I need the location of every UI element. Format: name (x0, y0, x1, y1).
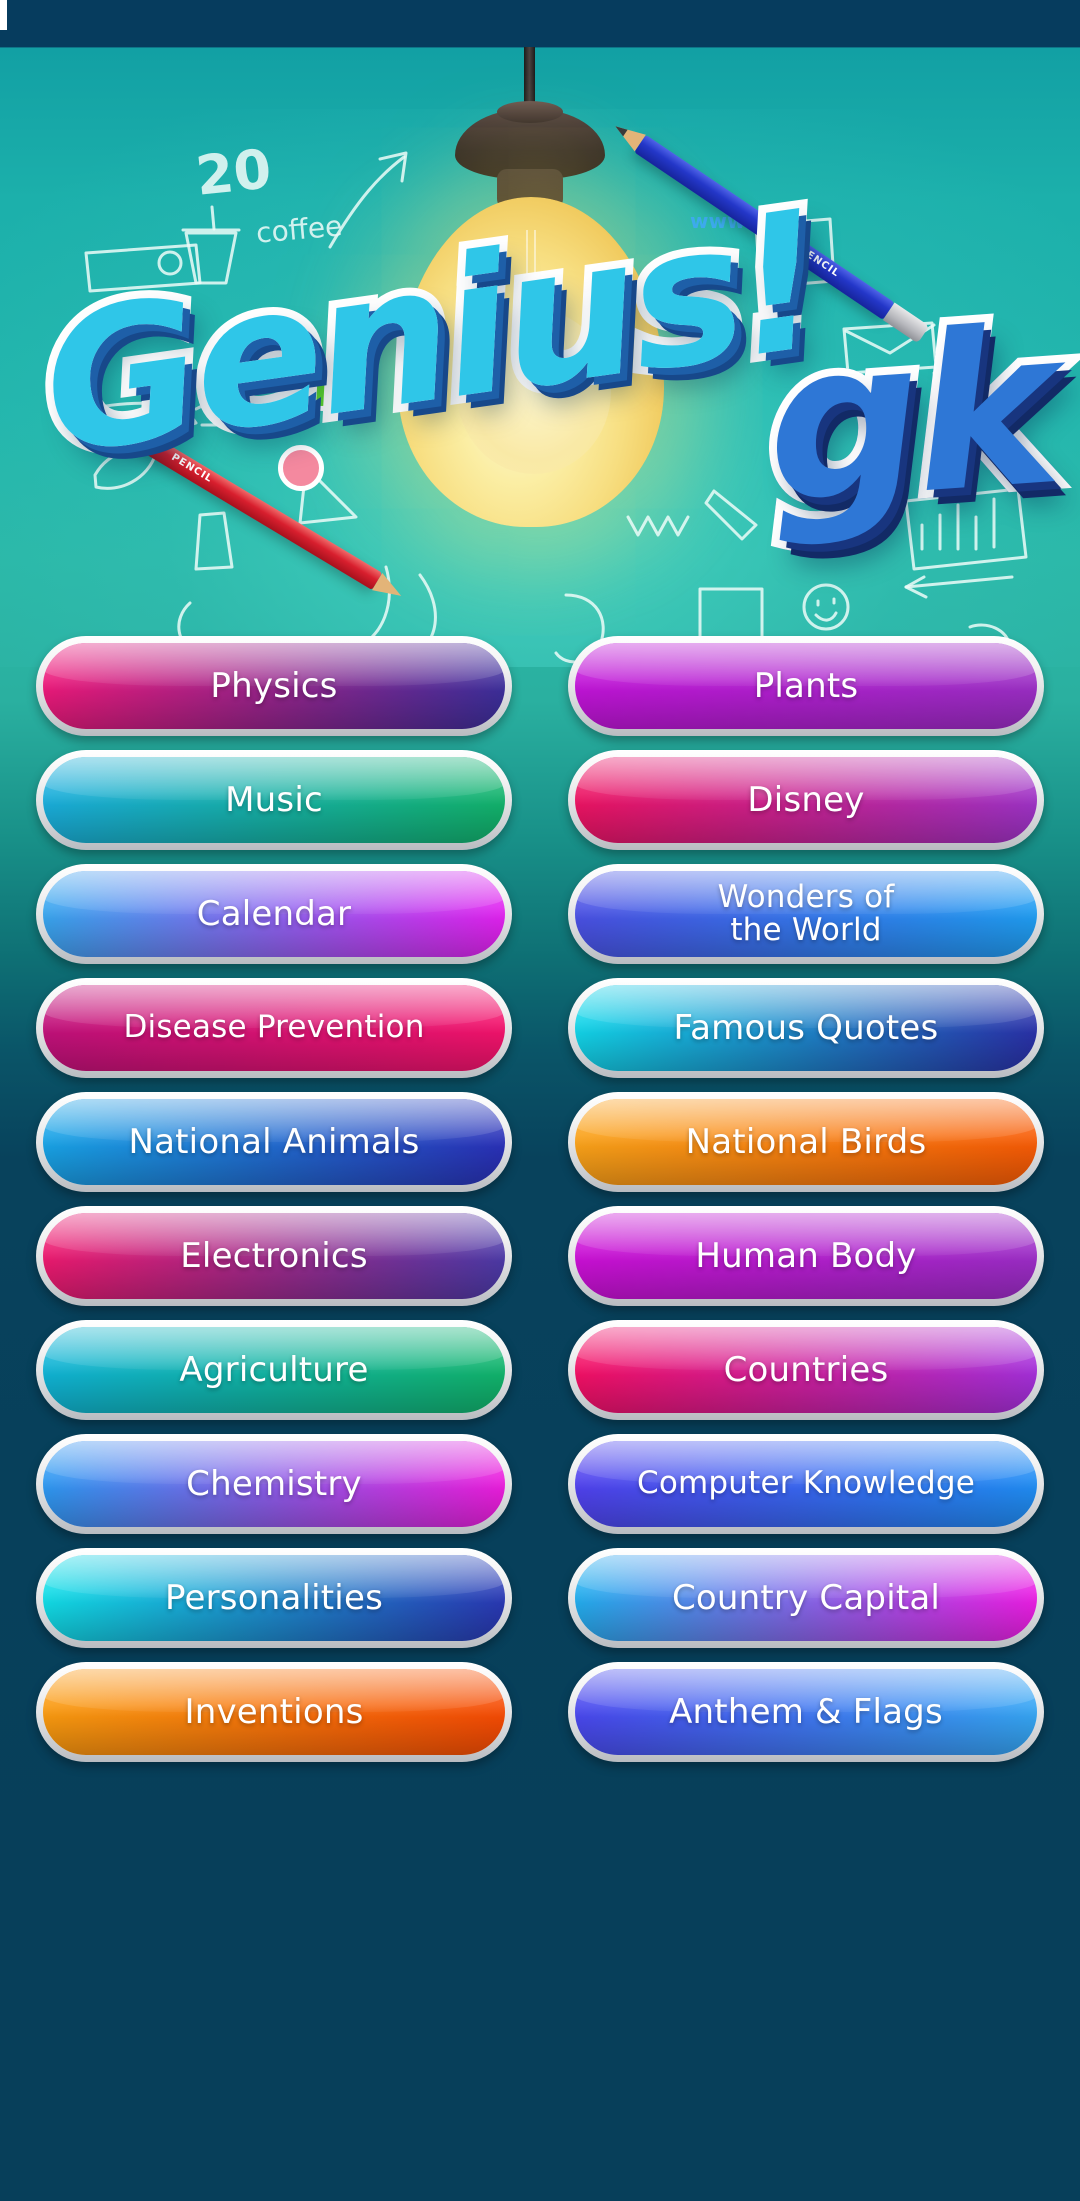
category-button-label: Disease Prevention (123, 1009, 425, 1046)
category-cell: Country Capital (568, 1548, 1044, 1654)
category-button-face: Electronics (43, 1213, 505, 1299)
category-button-face: National Animals (43, 1099, 505, 1185)
category-cell: Inventions (36, 1662, 512, 1768)
category-button-anthem-flags[interactable]: Anthem & Flags (568, 1662, 1044, 1762)
logo-genius-text: Genius! (22, 162, 839, 505)
category-button-label: Plants (753, 665, 859, 706)
category-button-label: Electronics (180, 1235, 368, 1276)
category-button-music[interactable]: Music (36, 750, 512, 850)
category-cell: Wonders of the World (568, 864, 1044, 970)
category-button-face: Disease Prevention (43, 985, 505, 1071)
quiz-home-screen: 20 coffee www... e-maie PENCIL PENCIL Ge… (0, 0, 1080, 2201)
category-cell: Physics (36, 636, 512, 742)
category-button-face: Disney (575, 757, 1037, 843)
category-button-countries[interactable]: Countries (568, 1320, 1044, 1420)
category-button-label: Disney (747, 779, 865, 820)
category-button-label: Anthem & Flags (669, 1691, 943, 1732)
category-button-physics[interactable]: Physics (36, 636, 512, 736)
category-cell: Chemistry (36, 1434, 512, 1540)
category-button-label: Music (225, 779, 323, 820)
category-button-label: National Birds (685, 1121, 927, 1162)
category-button-national-birds[interactable]: National Birds (568, 1092, 1044, 1192)
category-button-face: Plants (575, 643, 1037, 729)
app-logo: Genius! gk (0, 162, 1080, 560)
category-cell: Electronics (36, 1206, 512, 1312)
category-button-face: Chemistry (43, 1441, 505, 1527)
category-button-face: Music (43, 757, 505, 843)
category-button-disease-prevention[interactable]: Disease Prevention (36, 978, 512, 1078)
category-button-face: Wonders of the World (575, 871, 1037, 957)
category-button-chemistry[interactable]: Chemistry (36, 1434, 512, 1534)
category-button-plants[interactable]: Plants (568, 636, 1044, 736)
category-button-face: Personalities (43, 1555, 505, 1641)
category-cell: Plants (568, 636, 1044, 742)
category-grid: Physics Plants Music Disney Calendar Wonders … (0, 636, 1080, 1768)
category-button-computer-knowledge[interactable]: Computer Knowledge (568, 1434, 1044, 1534)
category-button-agriculture[interactable]: Agriculture (36, 1320, 512, 1420)
category-button-personalities[interactable]: Personalities (36, 1548, 512, 1648)
category-cell: Disease Prevention (36, 978, 512, 1084)
category-button-label: National Animals (128, 1121, 420, 1162)
status-bar (0, 0, 1080, 47)
category-cell: Anthem & Flags (568, 1662, 1044, 1768)
category-button-label: Physics (210, 665, 338, 706)
category-button-calendar[interactable]: Calendar (36, 864, 512, 964)
hero-banner: 20 coffee www... e-maie PENCIL PENCIL Ge… (0, 47, 1080, 667)
category-button-face: Agriculture (43, 1327, 505, 1413)
logo-gk-text: gk (751, 273, 1069, 559)
category-button-label: Wonders of the World (717, 878, 895, 948)
category-button-label: Chemistry (186, 1463, 362, 1504)
category-button-face: Inventions (43, 1669, 505, 1755)
category-button-label: Agriculture (179, 1349, 369, 1390)
category-cell: National Birds (568, 1092, 1044, 1198)
status-bar-notch (0, 0, 7, 30)
category-button-label: Computer Knowledge (637, 1465, 975, 1502)
category-button-human-body[interactable]: Human Body (568, 1206, 1044, 1306)
category-button-label: Famous Quotes (673, 1007, 939, 1048)
category-button-label: Calendar (196, 893, 352, 934)
category-cell: Computer Knowledge (568, 1434, 1044, 1540)
category-button-wonders-of-the-world[interactable]: Wonders of the World (568, 864, 1044, 964)
category-cell: Human Body (568, 1206, 1044, 1312)
category-cell: Calendar (36, 864, 512, 970)
category-button-face: Country Capital (575, 1555, 1037, 1641)
category-cell: Agriculture (36, 1320, 512, 1426)
category-cell: Music (36, 750, 512, 856)
category-button-national-animals[interactable]: National Animals (36, 1092, 512, 1192)
category-button-label: Countries (723, 1349, 889, 1390)
category-button-label: Country Capital (671, 1577, 941, 1618)
category-button-face: Physics (43, 643, 505, 729)
category-cell: Countries (568, 1320, 1044, 1426)
category-button-face: Anthem & Flags (575, 1669, 1037, 1755)
category-button-label: Human Body (695, 1235, 917, 1276)
category-button-label: Personalities (165, 1577, 383, 1618)
category-button-inventions[interactable]: Inventions (36, 1662, 512, 1762)
category-cell: National Animals (36, 1092, 512, 1198)
category-button-face: Calendar (43, 871, 505, 957)
category-cell: Disney (568, 750, 1044, 856)
category-button-famous-quotes[interactable]: Famous Quotes (568, 978, 1044, 1078)
category-button-face: Countries (575, 1327, 1037, 1413)
category-button-face: Computer Knowledge (575, 1441, 1037, 1527)
category-button-face: Famous Quotes (575, 985, 1037, 1071)
category-button-face: National Birds (575, 1099, 1037, 1185)
category-button-label: Inventions (184, 1691, 364, 1732)
category-cell: Famous Quotes (568, 978, 1044, 1084)
category-button-country-capital[interactable]: Country Capital (568, 1548, 1044, 1648)
category-button-face: Human Body (575, 1213, 1037, 1299)
category-cell: Personalities (36, 1548, 512, 1654)
category-button-electronics[interactable]: Electronics (36, 1206, 512, 1306)
category-button-disney[interactable]: Disney (568, 750, 1044, 850)
